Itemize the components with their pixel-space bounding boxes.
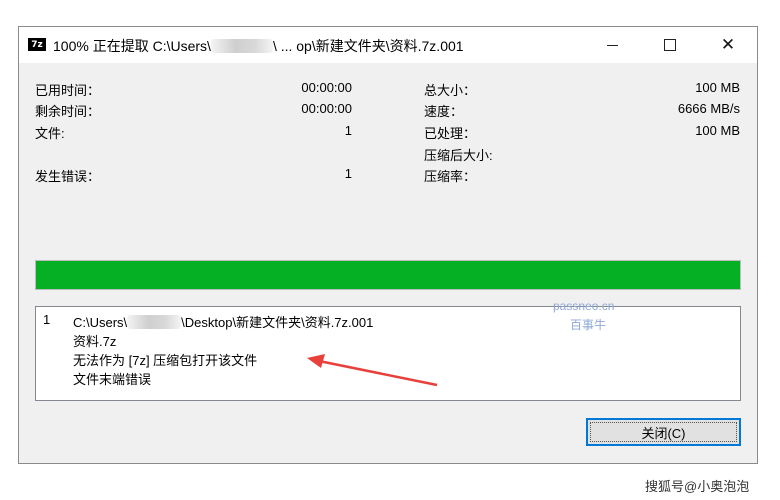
elapsed-time-label: 已用时间： — [35, 83, 101, 98]
speed-value: 6666 MB/s — [677, 101, 740, 116]
maximize-button[interactable] — [647, 27, 693, 63]
files-value: 1 — [344, 123, 352, 138]
total-size-label: 总大小： — [424, 83, 477, 98]
extraction-dialog: 7z 100% 正在提取 C:\Users\ \ ... op\新建文件夹\资料.… — [18, 26, 758, 464]
errors-label: 发生错误： — [35, 169, 101, 184]
errors-value: 1 — [344, 166, 352, 181]
progress-bar — [35, 260, 741, 290]
speed-label: 速度： — [424, 104, 464, 119]
watermark-name: 百事牛 — [570, 318, 607, 332]
compression-ratio-label: 压缩率： — [424, 169, 477, 184]
corner-watermark: 搜狐号@小奥泡泡 — [645, 479, 750, 494]
title-prefix: 100% 正在提取 C:\Users\ — [53, 38, 211, 54]
minimize-icon — [606, 44, 618, 46]
processed-value: 100 MB — [695, 123, 740, 138]
minimize-button[interactable] — [589, 27, 635, 63]
remaining-time-value: 00:00:00 — [301, 101, 352, 116]
log-path-line: C:\Users\ \Desktop\新建文件夹\资料.7z.001 — [73, 312, 373, 331]
close-icon: ✕ — [720, 34, 736, 55]
log-path-prefix: C:\Users\ — [73, 315, 128, 330]
total-size-value: 100 MB — [695, 80, 740, 95]
log-archive-name: 资料.7z — [73, 334, 117, 349]
window-title: 100% 正在提取 C:\Users\ \ ... op\新建文件夹\资料.7z.… — [53, 36, 464, 56]
log-error-message: 无法作为 [7z] 压缩包打开该文件 — [73, 353, 258, 368]
focus-outline — [590, 422, 737, 442]
log-path-suffix: \Desktop\新建文件夹\资料.7z.001 — [181, 315, 374, 330]
compressed-size-label: 压缩后大小: — [424, 148, 493, 163]
redacted-username — [127, 315, 182, 329]
message-log[interactable]: 1 C:\Users\ \Desktop\新建文件夹\资料.7z.001 资料.7… — [35, 299, 741, 401]
app-7z-icon: 7z — [28, 38, 46, 51]
elapsed-time-value: 00:00:00 — [301, 80, 352, 95]
files-label: 文件: — [35, 126, 65, 141]
processed-label: 已处理： — [424, 126, 477, 141]
close-window-button[interactable]: ✕ — [705, 27, 751, 63]
log-error-detail: 文件末端错误 — [73, 372, 152, 387]
title-bar[interactable]: 7z 100% 正在提取 C:\Users\ \ ... op\新建文件夹\资料.… — [19, 27, 757, 63]
remaining-time-label: 剩余时间： — [35, 104, 101, 119]
log-entry-index: 1 — [43, 312, 51, 327]
title-suffix: \ ... op\新建文件夹\资料.7z.001 — [272, 38, 464, 54]
close-button[interactable]: 关闭(C) — [586, 418, 741, 446]
progress-fill — [36, 261, 740, 289]
redacted-username — [210, 39, 273, 53]
maximize-icon — [664, 39, 676, 51]
watermark-site: passneo.cn — [553, 299, 615, 313]
